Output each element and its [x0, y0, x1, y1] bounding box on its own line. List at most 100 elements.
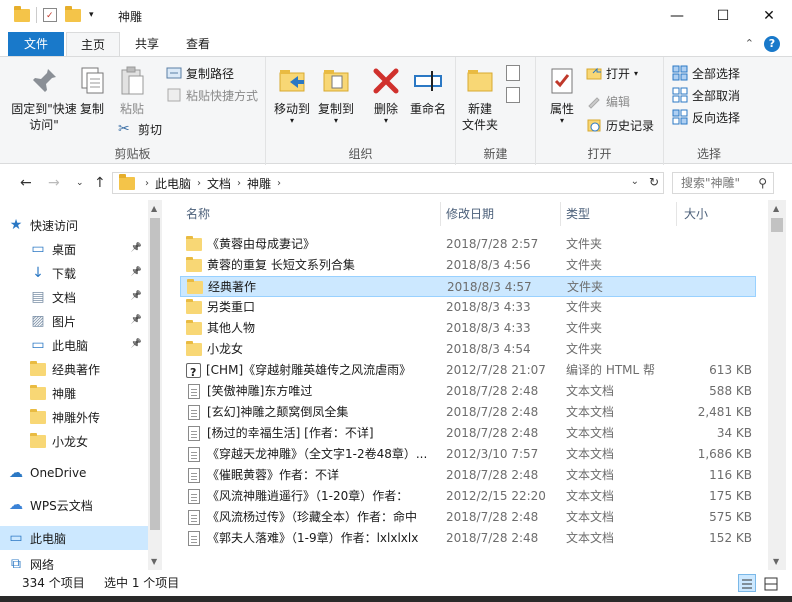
large-icons-view-icon[interactable]	[762, 574, 780, 592]
file-row[interactable]: 《风流神雕逍遥行》（1-20章）作者： 2012/2/15 22:20 文本文档 17…	[180, 486, 756, 507]
file-row[interactable]: 《催眠黄蓉》作者：不详 2018/7/28 2:48 文本文档 116 KB	[180, 465, 756, 486]
breadcrumb-item[interactable]: 神雕	[247, 175, 271, 192]
nav-item[interactable]: ▭ 此电脑	[0, 526, 148, 550]
file-row[interactable]: 《穿越天龙神雕》（全文字1-2卷48章）... 2012/3/10 7:57 文本文…	[180, 444, 756, 465]
pin-icon[interactable]: 📌	[131, 267, 142, 277]
nav-item[interactable]: ▨ 图片 📌	[0, 310, 148, 332]
nav-item[interactable]: ↓ 下载 📌	[0, 262, 148, 284]
paste-shortcut-button[interactable]: 粘贴快捷方式	[166, 85, 258, 105]
column-header-date[interactable]: 修改日期	[446, 200, 494, 228]
delete-button[interactable]: 删除 ▾	[370, 65, 402, 125]
column-divider[interactable]	[440, 202, 441, 226]
forward-arrow-icon[interactable]: →	[48, 175, 60, 191]
file-row[interactable]: [CHM]《穿越射雕英雄传之风流虐雨》 2012/7/28 21:07 编译的 HT…	[180, 360, 756, 381]
edit-button[interactable]: 编辑	[586, 91, 630, 111]
nav-item[interactable]: ★ 快速访问	[0, 214, 148, 236]
select-all-button[interactable]: 全部选择	[672, 63, 740, 83]
nav-item[interactable]: 小龙女	[0, 430, 148, 452]
column-header-name[interactable]: 名称	[186, 200, 210, 228]
column-divider[interactable]	[560, 202, 561, 226]
address-input[interactable]: › 此电脑 › 文档 › 神雕 › ⌄ ↻	[112, 172, 664, 194]
nav-item[interactable]: 神雕	[0, 382, 148, 404]
nav-item[interactable]: ☁ WPS云文档	[0, 494, 148, 516]
column-header-size[interactable]: 大小	[684, 200, 708, 228]
minimize-button[interactable]: —	[654, 0, 700, 32]
file-row[interactable]: [玄幻]神雕之颠窝倒凤全集 2018/7/28 2:48 文本文档 2,481 KB	[180, 402, 756, 423]
maximize-button[interactable]: ☐	[700, 0, 746, 32]
file-row[interactable]: 经典著作 2018/8/3 4:57 文件夹	[180, 276, 756, 297]
move-to-button[interactable]: 移动到 ▾	[272, 65, 312, 125]
paste-button[interactable]: 粘贴	[114, 65, 150, 117]
chevron-right-icon[interactable]: ›	[237, 178, 241, 189]
history-button[interactable]: 历史记录	[586, 115, 654, 135]
scroll-down-icon[interactable]: ▼	[773, 557, 779, 566]
file-row[interactable]: 小龙女 2018/8/3 4:54 文件夹	[180, 339, 756, 360]
invert-selection-button[interactable]: 反向选择	[672, 107, 740, 127]
pin-icon[interactable]: 📌	[131, 243, 142, 253]
chevron-up-icon[interactable]: ⌃	[745, 37, 754, 50]
tab-home[interactable]: 主页	[66, 32, 121, 57]
cut-button[interactable]: ✂ 剪切	[118, 119, 162, 139]
tab-view[interactable]: 查看	[172, 32, 224, 56]
nav-item[interactable]: ☁ OneDrive	[0, 462, 148, 484]
tab-file[interactable]: 文件	[8, 32, 64, 56]
nav-item[interactable]: ▭ 此电脑 📌	[0, 334, 148, 356]
select-none-button[interactable]: 全部取消	[672, 85, 740, 105]
rename-button[interactable]: 重命名	[406, 65, 450, 117]
file-list-scrollbar[interactable]: ▲ ▼	[768, 200, 786, 570]
chevron-right-icon[interactable]: ›	[277, 178, 281, 189]
copy-button[interactable]: 复制	[74, 65, 110, 117]
properties-icon[interactable]: ✓	[43, 8, 57, 22]
scroll-up-icon[interactable]: ▲	[151, 204, 157, 213]
chevron-right-icon[interactable]: ›	[197, 178, 201, 189]
copy-path-button[interactable]: 复制路径	[166, 63, 234, 83]
file-row[interactable]: 《黄蓉由母成妻记》 2018/7/28 2:57 文件夹	[180, 234, 756, 255]
file-row[interactable]: 黄蓉的重复 长短文系列合集 2018/8/3 4:56 文件夹	[180, 255, 756, 276]
file-row[interactable]: 另类重口 2018/8/3 4:33 文件夹	[180, 297, 756, 318]
column-header-type[interactable]: 类型	[566, 200, 590, 228]
pin-icon[interactable]: 📌	[131, 291, 142, 301]
file-row[interactable]: [杨过的幸福生活] [作者：不详] 2018/7/28 2:48 文本文档 34 KB	[180, 423, 756, 444]
details-view-icon[interactable]	[738, 574, 756, 592]
help-icon[interactable]: ?	[764, 36, 780, 52]
address-dropdown-icon[interactable]: ⌄	[631, 176, 639, 187]
nav-item[interactable]: 经典著作	[0, 358, 148, 380]
new-folder-icon[interactable]	[65, 5, 81, 22]
open-button[interactable]: 打开 ▾	[586, 63, 638, 83]
refresh-icon[interactable]: ↻	[649, 175, 659, 189]
pin-quick-access-button[interactable]: 固定到"快速访问"	[10, 65, 78, 133]
tab-share[interactable]: 共享	[121, 32, 173, 56]
recent-locations-icon[interactable]: ⌄	[76, 178, 84, 188]
column-divider[interactable]	[676, 202, 677, 226]
breadcrumb-item[interactable]: 此电脑	[155, 175, 191, 192]
customize-qat-icon[interactable]: ▾	[89, 10, 94, 20]
new-folder-button[interactable]: 新建 文件夹	[460, 65, 500, 133]
file-name: 黄蓉的重复 长短文系列合集	[207, 258, 355, 272]
chevron-down-icon: ▾	[634, 68, 639, 78]
file-row[interactable]: 《风流杨过传》（珍藏全本）作者：命中 2018/7/28 2:48 文本文档 575 …	[180, 507, 756, 528]
file-row[interactable]: [笑傲神雕]东方唯过 2018/7/28 2:48 文本文档 588 KB	[180, 381, 756, 402]
breadcrumb-item[interactable]: 文档	[207, 175, 231, 192]
search-input[interactable]: 搜索"神雕" ⚲	[672, 172, 774, 194]
pin-icon[interactable]: 📌	[131, 339, 142, 349]
scroll-up-icon[interactable]: ▲	[773, 204, 779, 213]
back-arrow-icon[interactable]: ←	[20, 175, 32, 191]
new-item-icon[interactable]	[506, 65, 520, 81]
nav-scrollbar[interactable]: ▲ ▼	[148, 200, 162, 570]
file-row[interactable]: 其他人物 2018/8/3 4:33 文件夹	[180, 318, 756, 339]
nav-item[interactable]: ▤ 文档 📌	[0, 286, 148, 308]
file-list-scroll-thumb[interactable]	[771, 218, 783, 232]
scroll-down-icon[interactable]: ▼	[151, 557, 157, 566]
pin-icon[interactable]: 📌	[131, 315, 142, 325]
nav-item[interactable]: ⧉ 网络	[0, 552, 148, 570]
close-button[interactable]: ✕	[746, 0, 792, 32]
copy-to-button[interactable]: 复制到 ▾	[316, 65, 356, 125]
nav-scroll-thumb[interactable]	[150, 218, 160, 530]
properties-button[interactable]: 属性 ▾	[544, 65, 580, 125]
chevron-right-icon[interactable]: ›	[145, 178, 149, 189]
up-arrow-icon[interactable]: ↑	[94, 175, 106, 191]
file-row[interactable]: 《郭夫人落难》（1-9章）作者：lxlxlxlx 2018/7/28 2:48 文本…	[180, 528, 756, 549]
nav-item[interactable]: ▭ 桌面 📌	[0, 238, 148, 260]
easy-access-icon[interactable]	[506, 87, 520, 103]
nav-item[interactable]: 神雕外传	[0, 406, 148, 428]
